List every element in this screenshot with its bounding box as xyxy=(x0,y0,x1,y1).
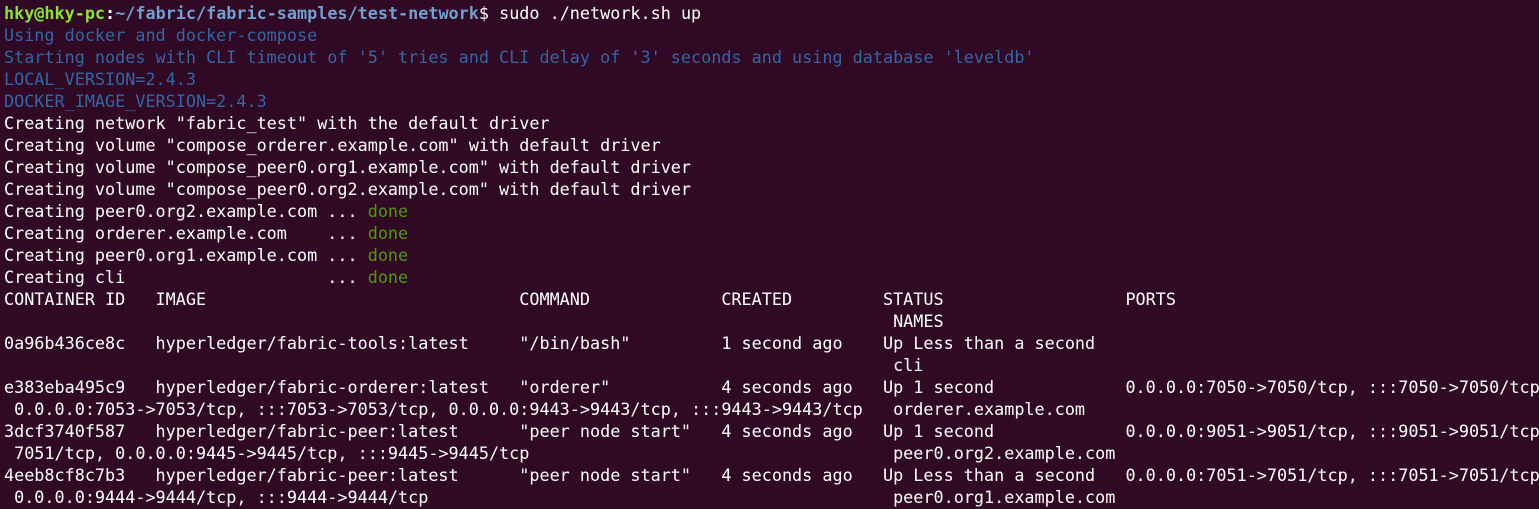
table-header-wrap: NAMES xyxy=(4,311,944,331)
table-row-wrap: 7051/tcp, 0.0.0.0:9445->9445/tcp, :::944… xyxy=(4,443,1116,463)
prompt-path: ~/fabric/fabric-samples/test-network xyxy=(115,3,479,23)
container-create-text: Creating cli ... xyxy=(4,267,368,287)
output-line-container: Creating orderer.example.com ... done xyxy=(4,222,1539,244)
output-line-container: Creating cli ... done xyxy=(4,266,1539,288)
done-status: done xyxy=(367,201,409,221)
output-line-info: DOCKER_IMAGE_VERSION=2.4.3 xyxy=(4,91,267,111)
table-header: CONTAINER ID IMAGE COMMAND CREATED STATU… xyxy=(4,289,1176,309)
done-status: done xyxy=(367,267,409,287)
container-create-text: Creating orderer.example.com ... xyxy=(4,223,368,243)
output-line-container: Creating peer0.org2.example.com ... done xyxy=(4,200,1539,222)
output-line-info: Using docker and docker-compose xyxy=(4,25,318,45)
done-status: done xyxy=(367,245,409,265)
output-line-info: LOCAL_VERSION=2.4.3 xyxy=(4,69,196,89)
table-row: 4eeb8cf8c7b3 hyperledger/fabric-peer:lat… xyxy=(4,465,1539,485)
prompt-user-host: hky@hky-pc xyxy=(4,3,106,23)
command-text: sudo ./network.sh up xyxy=(488,3,702,23)
output-line-creating: Creating volume "compose_peer0.org1.exam… xyxy=(4,157,692,177)
prompt-separator: : xyxy=(105,3,116,23)
output-line-creating: Creating network "fabric_test" with the … xyxy=(4,113,550,133)
prompt-line: hky@hky-pc:~/fabric/fabric-samples/test-… xyxy=(4,2,1539,24)
table-row-wrap: 0.0.0.0:9444->9444/tcp, :::9444->9444/tc… xyxy=(4,487,1116,507)
prompt-dollar: $ xyxy=(478,3,489,23)
container-create-text: Creating peer0.org1.example.com ... xyxy=(4,245,368,265)
output-line-container: Creating peer0.org1.example.com ... done xyxy=(4,244,1539,266)
table-row: 3dcf3740f587 hyperledger/fabric-peer:lat… xyxy=(4,421,1539,441)
table-row: 0a96b436ce8c hyperledger/fabric-tools:la… xyxy=(4,333,1096,353)
table-row-wrap: cli xyxy=(4,355,924,375)
output-line-info: Starting nodes with CLI timeout of '5' t… xyxy=(4,47,1035,67)
container-create-text: Creating peer0.org2.example.com ... xyxy=(4,201,368,221)
table-row: e383eba495c9 hyperledger/fabric-orderer:… xyxy=(4,377,1539,397)
output-line-creating: Creating volume "compose_peer0.org2.exam… xyxy=(4,179,692,199)
output-line-creating: Creating volume "compose_orderer.example… xyxy=(4,135,661,155)
table-row-wrap: 0.0.0.0:7053->7053/tcp, :::7053->7053/tc… xyxy=(4,399,1086,419)
done-status: done xyxy=(367,223,409,243)
terminal-window[interactable]: hky@hky-pc:~/fabric/fabric-samples/test-… xyxy=(0,0,1539,509)
